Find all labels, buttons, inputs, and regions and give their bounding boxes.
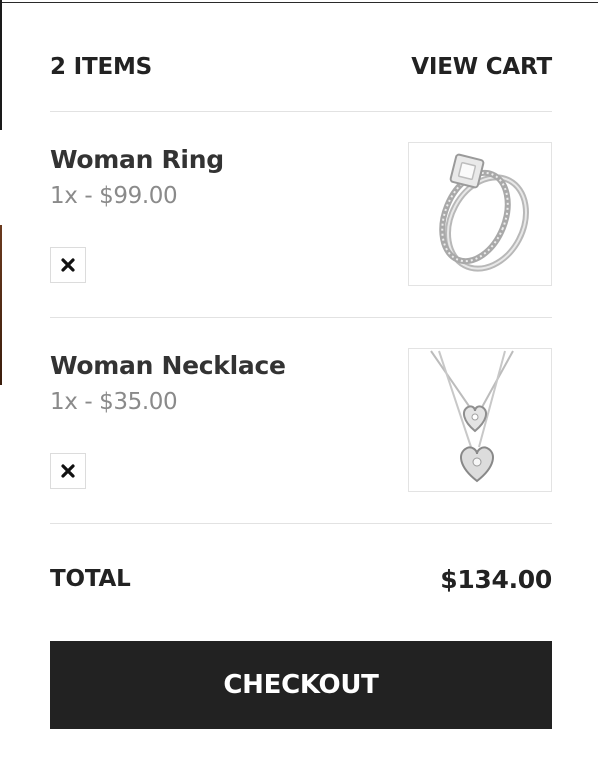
item-divider — [50, 317, 552, 318]
ring-icon — [439, 153, 529, 272]
total-value: $134.00 — [440, 564, 552, 594]
cart-item-name[interactable]: Woman Necklace — [50, 351, 286, 380]
mini-cart-screen: 2 ITEMS VIEW CART Woman Ring 1x - $99.00 — [0, 0, 598, 768]
cart-item-name[interactable]: Woman Ring — [50, 145, 224, 174]
cart-item-qty-price: 1x - $35.00 — [50, 389, 178, 415]
cart-item-image[interactable] — [408, 348, 552, 492]
necklace-icon — [430, 350, 514, 483]
remove-item-button[interactable] — [50, 453, 86, 489]
mini-cart-header: 2 ITEMS VIEW CART — [50, 52, 552, 82]
summary-divider — [50, 523, 552, 524]
view-cart-link[interactable]: VIEW CART — [411, 54, 552, 80]
cart-item: Woman Ring 1x - $99.00 — [50, 142, 552, 291]
close-icon — [61, 258, 75, 272]
cart-total-row: TOTAL $134.00 — [50, 563, 552, 595]
cart-item: Woman Necklace 1x - $35.00 — [50, 348, 552, 497]
header-divider — [50, 111, 552, 112]
close-icon — [61, 464, 75, 478]
total-label: TOTAL — [50, 566, 131, 592]
checkout-button[interactable]: CHECKOUT — [50, 641, 552, 729]
item-count: 2 ITEMS — [50, 54, 153, 80]
cart-item-qty-price: 1x - $99.00 — [50, 183, 178, 209]
remove-item-button[interactable] — [50, 247, 86, 283]
cart-item-image[interactable] — [408, 142, 552, 286]
